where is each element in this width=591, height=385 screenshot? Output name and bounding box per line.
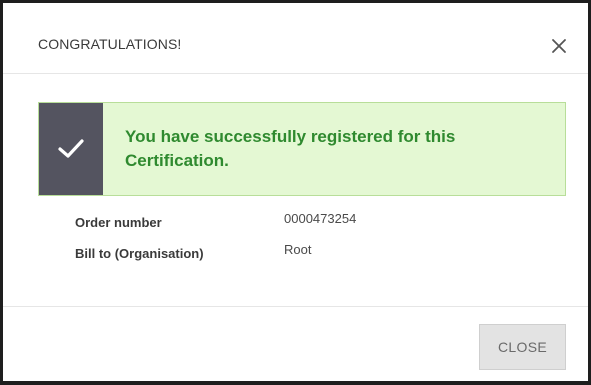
close-icon[interactable] bbox=[549, 36, 569, 56]
dialog-header: CONGRATULATIONS! bbox=[3, 3, 588, 74]
checkmark-icon bbox=[58, 139, 84, 158]
success-alert: You have successfully registered for thi… bbox=[38, 102, 566, 196]
success-message: You have successfully registered for thi… bbox=[125, 127, 456, 170]
close-button[interactable]: CLOSE bbox=[479, 324, 566, 370]
bill-to-label: Bill to (Organisation) bbox=[75, 246, 204, 261]
dialog-title: CONGRATULATIONS! bbox=[38, 36, 182, 52]
order-number-row: Order number 0000473254 bbox=[75, 211, 475, 237]
order-number-label: Order number bbox=[75, 215, 162, 230]
order-number-value: 0000473254 bbox=[284, 211, 357, 226]
bill-to-value: Root bbox=[284, 242, 312, 257]
dialog-footer: CLOSE bbox=[3, 306, 588, 381]
bill-to-row: Bill to (Organisation) Root bbox=[75, 242, 475, 268]
alert-icon-box bbox=[39, 103, 103, 195]
registration-success-dialog: CONGRATULATIONS! You have successfully r… bbox=[0, 0, 591, 385]
